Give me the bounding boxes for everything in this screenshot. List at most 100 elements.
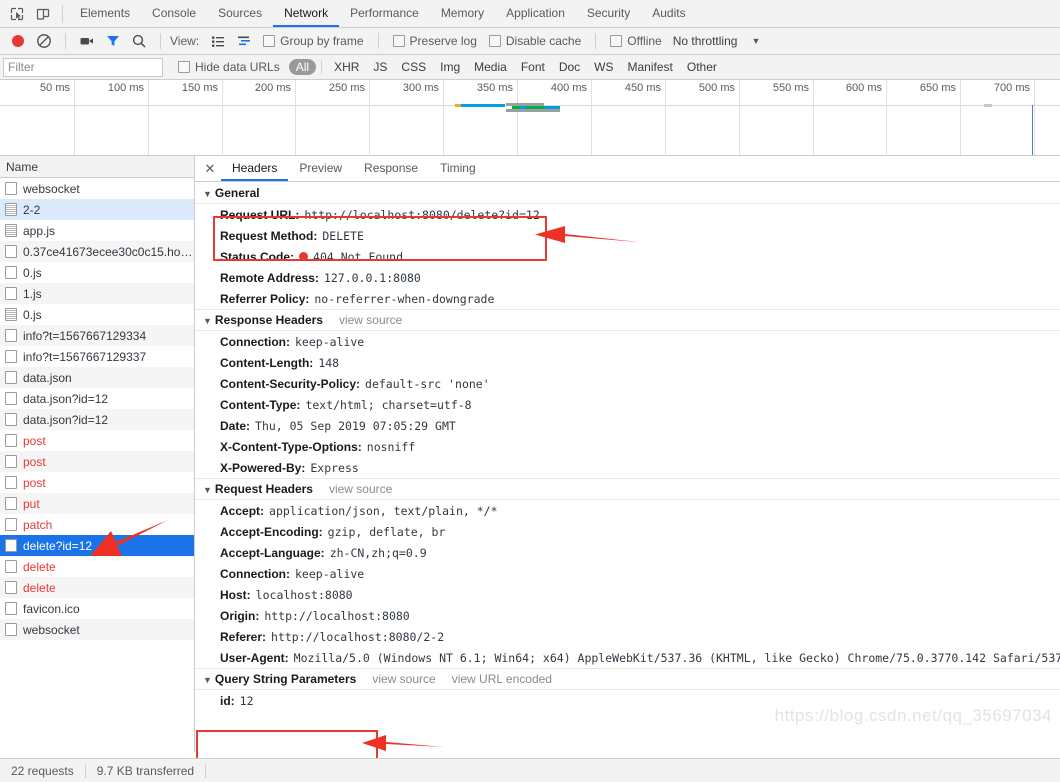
- filter-type-all[interactable]: All: [288, 59, 317, 75]
- query-view-url-encoded-link[interactable]: view URL encoded: [452, 672, 552, 686]
- filter-input[interactable]: [3, 57, 163, 77]
- request-list-item[interactable]: 0.js: [0, 304, 194, 325]
- triangle-down-icon[interactable]: ▼: [203, 485, 212, 495]
- request-list-item[interactable]: 1.js: [0, 283, 194, 304]
- filter-type-img[interactable]: Img: [433, 59, 467, 75]
- tab-elements[interactable]: Elements: [69, 0, 141, 27]
- tab-application[interactable]: Application: [495, 0, 576, 27]
- request-list-item[interactable]: favicon.ico: [0, 598, 194, 619]
- group-by-frame-checkbox[interactable]: Group by frame: [258, 34, 368, 48]
- overview-bar: [506, 109, 560, 112]
- request-header-row: Host: localhost:8080: [195, 584, 1060, 605]
- throttling-select[interactable]: No throttling: [669, 34, 738, 48]
- request-list-item[interactable]: websocket: [0, 619, 194, 640]
- general-row: Request URL: http://localhost:8080/delete…: [195, 204, 1060, 225]
- disable-cache-box[interactable]: [488, 35, 501, 47]
- camera-icon[interactable]: [75, 29, 99, 53]
- list-view-icon[interactable]: [206, 29, 230, 53]
- tab-response[interactable]: Response: [353, 156, 429, 181]
- group-by-frame-box[interactable]: [263, 35, 276, 47]
- request-header-row: Connection: keep-alive: [195, 563, 1060, 584]
- triangle-down-icon[interactable]: ▼: [203, 316, 212, 326]
- filter-type-js[interactable]: JS: [366, 59, 394, 75]
- tab-sources[interactable]: Sources: [207, 0, 273, 27]
- tab-console[interactable]: Console: [141, 0, 207, 27]
- request-list-item[interactable]: delete: [0, 556, 194, 577]
- request-list-column-header[interactable]: Name: [0, 156, 194, 178]
- response-view-source-link[interactable]: view source: [339, 313, 402, 327]
- filter-type-media[interactable]: Media: [467, 59, 514, 75]
- request-list-item[interactable]: websocket: [0, 178, 194, 199]
- hide-data-urls-checkbox[interactable]: Hide data URLs: [173, 60, 285, 74]
- waterfall-view-icon[interactable]: [232, 29, 256, 53]
- overview-tick-label: 400 ms: [550, 82, 587, 94]
- filter-type-font[interactable]: Font: [514, 59, 552, 75]
- search-icon[interactable]: [127, 29, 151, 53]
- clear-button[interactable]: [32, 29, 56, 53]
- overview-tick-label: 100 ms: [107, 82, 144, 94]
- request-list-item[interactable]: put: [0, 493, 194, 514]
- request-list-item[interactable]: patch: [0, 514, 194, 535]
- tab-performance[interactable]: Performance: [339, 0, 430, 27]
- inspect-element-icon[interactable]: [4, 1, 30, 27]
- request-list-item[interactable]: data.json?id=12: [0, 409, 194, 430]
- request-name: favicon.ico: [23, 601, 80, 616]
- request-header-value: Mozilla/5.0 (Windows NT 6.1; Win64; x64)…: [293, 650, 1060, 665]
- request-list-item[interactable]: post: [0, 472, 194, 493]
- request-list-item[interactable]: post: [0, 430, 194, 451]
- request-list-item[interactable]: data.json: [0, 367, 194, 388]
- request-list-item[interactable]: data.json?id=12: [0, 388, 194, 409]
- filter-type-css[interactable]: CSS: [394, 59, 433, 75]
- request-list-item[interactable]: 2-2: [0, 199, 194, 220]
- record-button[interactable]: [6, 29, 30, 53]
- general-row: Request Method: DELETE: [195, 225, 1060, 246]
- offline-box[interactable]: [610, 35, 623, 47]
- request-list-item[interactable]: 0.js: [0, 262, 194, 283]
- file-icon: [5, 434, 17, 447]
- tab-memory[interactable]: Memory: [430, 0, 495, 27]
- tab-preview[interactable]: Preview: [288, 156, 353, 181]
- request-list-item[interactable]: info?t=1567667129334: [0, 325, 194, 346]
- preserve-log-box[interactable]: [392, 35, 405, 47]
- file-icon: [5, 329, 17, 342]
- request-list-item[interactable]: delete: [0, 577, 194, 598]
- section-response-headers-header[interactable]: ▼ Response Headers view source: [195, 309, 1060, 331]
- request-list-item[interactable]: app.js: [0, 220, 194, 241]
- filter-type-xhr[interactable]: XHR: [327, 59, 366, 75]
- watermark-text: https://blog.csdn.net/qq_35697034: [774, 706, 1052, 725]
- overview-bar: [461, 104, 505, 107]
- device-toolbar-icon[interactable]: [30, 1, 56, 27]
- offline-checkbox[interactable]: Offline: [605, 34, 666, 48]
- tab-timing[interactable]: Timing: [429, 156, 487, 181]
- section-request-headers-header[interactable]: ▼ Request Headers view source: [195, 478, 1060, 500]
- request-list-item[interactable]: post: [0, 451, 194, 472]
- request-list-item[interactable]: info?t=1567667129337: [0, 346, 194, 367]
- triangle-down-icon[interactable]: ▼: [203, 675, 212, 685]
- disable-cache-checkbox[interactable]: Disable cache: [484, 34, 586, 48]
- network-overview-timeline[interactable]: 50 ms 100 ms 150 ms 200 ms 250 ms 300 ms 350 m…: [0, 80, 1060, 156]
- section-general-header[interactable]: ▼ General: [195, 182, 1060, 204]
- request-header-value: application/json, text/plain, */*: [269, 503, 498, 518]
- response-header-row: Content-Type: text/html; charset=utf-8: [195, 394, 1060, 415]
- tab-headers[interactable]: Headers: [221, 156, 289, 181]
- close-icon[interactable]: ✕: [199, 161, 221, 177]
- triangle-down-icon[interactable]: ▼: [203, 189, 212, 199]
- hide-data-urls-box[interactable]: [178, 61, 190, 73]
- tab-security[interactable]: Security: [576, 0, 641, 27]
- request-list-item[interactable]: 0.37ce41673ecee30c0c15.hot-...: [0, 241, 194, 262]
- request-view-source-link[interactable]: view source: [329, 482, 392, 496]
- request-header-key: Accept-Language:: [220, 545, 325, 560]
- filter-icon[interactable]: [101, 29, 125, 53]
- filter-type-ws[interactable]: WS: [587, 59, 620, 75]
- section-query-string-header[interactable]: ▼ Query String Parameters view source vie…: [195, 668, 1060, 690]
- filter-type-manifest[interactable]: Manifest: [621, 59, 680, 75]
- preserve-log-checkbox[interactable]: Preserve log: [388, 34, 482, 48]
- filter-type-doc[interactable]: Doc: [552, 59, 587, 75]
- chevron-down-icon[interactable]: ▼: [751, 36, 760, 46]
- filter-type-other[interactable]: Other: [680, 59, 724, 75]
- tab-network[interactable]: Network: [273, 0, 340, 27]
- response-header-value: 148: [318, 355, 340, 370]
- request-list-item[interactable]: delete?id=12: [0, 535, 194, 556]
- tab-audits[interactable]: Audits: [641, 0, 696, 27]
- query-view-source-link[interactable]: view source: [372, 672, 435, 686]
